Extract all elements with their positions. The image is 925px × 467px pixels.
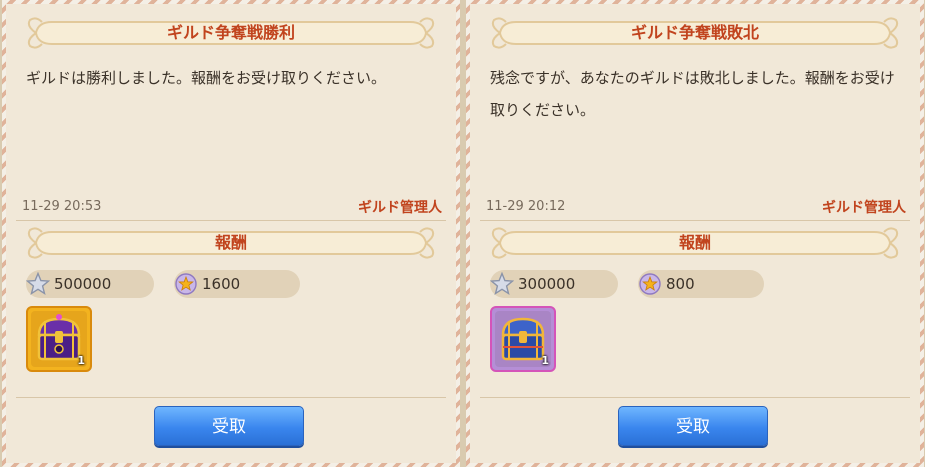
reward-ribbon: 報酬 bbox=[22, 226, 440, 260]
mail-sender: ギルド管理人 bbox=[358, 200, 442, 216]
mail-title: ギルド争奪戦敗北 bbox=[630, 23, 759, 42]
mail-timestamp: 11-29 20:53 bbox=[22, 199, 102, 214]
reward-amount: 1600 bbox=[202, 275, 241, 293]
title-ribbon: ギルド争奪戦敗北 bbox=[486, 16, 904, 50]
mail-sender: ギルド管理人 bbox=[822, 200, 906, 216]
mail-panel-victory: ギルド争奪戦勝利 ギルドは勝利しました。報酬をお受け取りください。 11-29 … bbox=[2, 0, 460, 467]
reward-amount: 500000 bbox=[54, 275, 112, 293]
reward-header: 報酬 bbox=[678, 233, 711, 252]
mail-message: ギルドは勝利しました。報酬をお受け取りください。 bbox=[26, 69, 387, 87]
divider bbox=[16, 220, 446, 221]
blue-treasure-chest-icon: 1 bbox=[495, 311, 551, 367]
reward-silver-star: 300000 bbox=[490, 270, 618, 298]
silver-star-icon bbox=[488, 270, 516, 298]
gold-medal-icon bbox=[172, 270, 200, 298]
reward-header: 報酬 bbox=[214, 233, 247, 252]
divider bbox=[480, 220, 910, 221]
mail-message: 残念ですが、あなたのギルドは敗北しました。報酬をお受け取りください。 bbox=[490, 69, 895, 119]
mail-panel-defeat: ギルド争奪戦敗北 残念ですが、あなたのギルドは敗北しました。報酬をお受け取りくだ… bbox=[466, 0, 924, 467]
reward-item-slot[interactable]: 1 bbox=[490, 306, 556, 372]
mail-timestamp: 11-29 20:12 bbox=[486, 199, 566, 214]
reward-gold-medal: 800 bbox=[638, 270, 764, 298]
divider bbox=[16, 397, 446, 398]
reward-amount: 800 bbox=[666, 275, 695, 293]
item-count: 1 bbox=[541, 354, 549, 367]
purple-treasure-chest-icon: 1 bbox=[31, 311, 87, 367]
reward-item-slot[interactable]: 1 bbox=[26, 306, 92, 372]
reward-silver-star: 500000 bbox=[26, 270, 154, 298]
claim-button[interactable]: 受取 bbox=[154, 406, 304, 446]
item-count: 1 bbox=[77, 354, 85, 367]
reward-ribbon: 報酬 bbox=[486, 226, 904, 260]
reward-gold-medal: 1600 bbox=[174, 270, 300, 298]
claim-button[interactable]: 受取 bbox=[618, 406, 768, 446]
silver-star-icon bbox=[24, 270, 52, 298]
reward-amount: 300000 bbox=[518, 275, 576, 293]
title-ribbon: ギルド争奪戦勝利 bbox=[22, 16, 440, 50]
gold-medal-icon bbox=[636, 270, 664, 298]
divider bbox=[480, 397, 910, 398]
mail-title: ギルド争奪戦勝利 bbox=[166, 23, 295, 42]
